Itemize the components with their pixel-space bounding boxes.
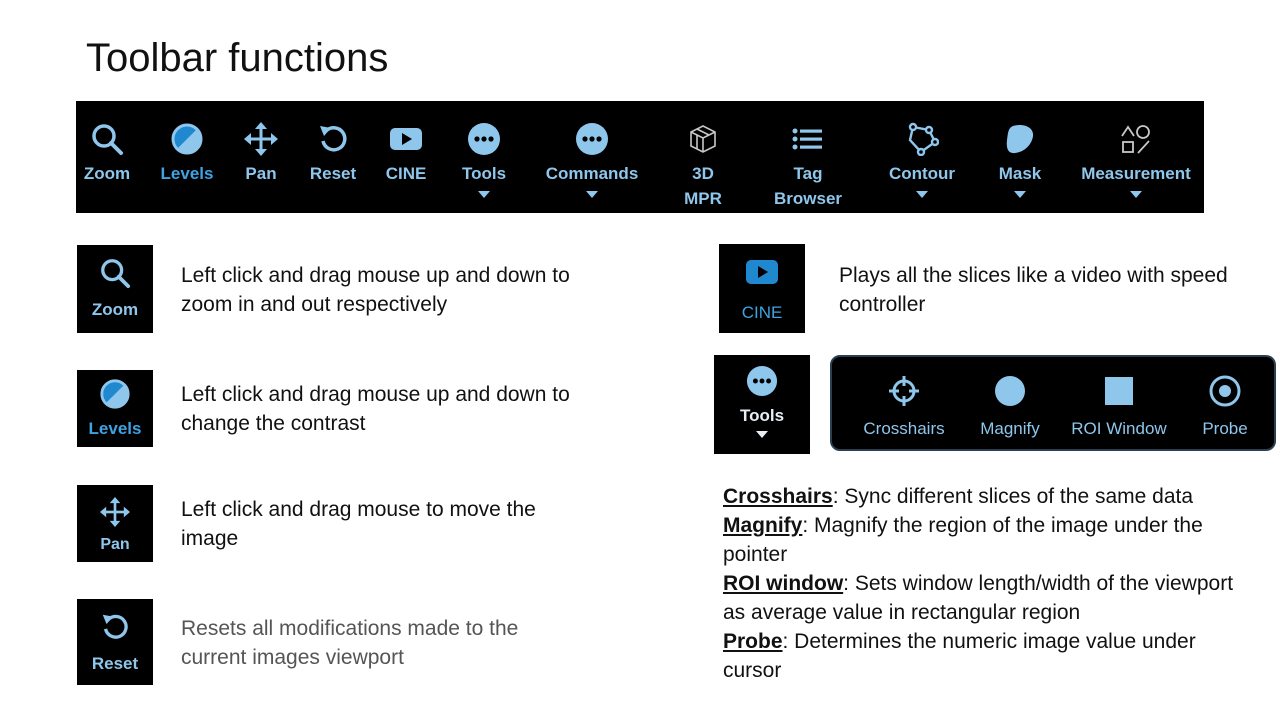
more-icon (467, 121, 501, 157)
reset-icon-card: Reset (77, 599, 153, 685)
toolbar-tag-browser-label: Tag Browser (773, 164, 843, 208)
pan-description: Left click and drag mouse to move the im… (181, 498, 536, 550)
menu-item-roi-window-label: ROI Window (1071, 419, 1167, 438)
toolbar-levels-button[interactable]: Levels (156, 101, 218, 213)
pan-icon-card: Pan (77, 485, 153, 562)
tools-description: Crosshairs: Sync different slices of the… (723, 482, 1253, 685)
zoom-description: Left click and drag mouse up and down to… (181, 264, 570, 316)
mask-icon (1003, 121, 1037, 157)
note-magnify: Magnify: Magnify the region of the image… (723, 511, 1253, 569)
chevron-down-icon (586, 191, 598, 198)
move-icon (244, 121, 278, 157)
menu-item-magnify[interactable]: Magnify (970, 357, 1050, 449)
zoom-card-label: Zoom (91, 300, 139, 319)
toolbar-pan-button[interactable]: Pan (234, 101, 288, 213)
play-icon (745, 258, 779, 291)
list-icon (791, 121, 825, 157)
toolbar-mask-label: Mask (998, 164, 1042, 183)
note-term: Magnify (723, 514, 803, 537)
note-roi-window: ROI window: Sets window length/width of … (723, 569, 1253, 627)
toolbar-levels-label: Levels (160, 164, 214, 183)
note-crosshairs: Crosshairs: Sync different slices of the… (723, 482, 1253, 511)
tools-dropdown-menu: Crosshairs Magnify ROI Window Probe (830, 355, 1276, 451)
crosshairs-icon (887, 373, 921, 409)
levels-icon (170, 121, 204, 157)
menu-item-probe-label: Probe (1202, 419, 1248, 438)
shapes-icon (1119, 121, 1153, 157)
note-term: ROI window (723, 572, 844, 595)
toolbar-reset-label: Reset (309, 164, 357, 183)
tools-card-label: Tools (739, 406, 785, 425)
levels-description: Left click and drag mouse up and down to… (181, 383, 570, 435)
search-icon (99, 257, 131, 294)
toolbar-zoom-button[interactable]: Zoom (76, 101, 138, 213)
toolbar-measurement-button[interactable]: Measurement (1076, 101, 1196, 213)
probe-icon (1208, 373, 1242, 409)
toolbar-tools-label: Tools (461, 164, 507, 183)
tools-icon-card: Tools (714, 355, 810, 454)
menu-item-crosshairs-label: Crosshairs (863, 419, 945, 438)
toolbar-zoom-label: Zoom (83, 164, 131, 183)
levels-card-label: Levels (88, 419, 142, 438)
reset-description: Resets all modifications made to the cur… (181, 617, 519, 669)
reset-icon (99, 611, 131, 648)
move-icon (100, 497, 130, 532)
note-term: Probe (723, 630, 783, 653)
cine-icon-card: CINE (719, 244, 805, 333)
viewer-toolbar: Zoom Levels Pan Reset CINE Tools Command… (76, 101, 1204, 213)
more-icon (575, 121, 609, 157)
toolbar-commands-button[interactable]: Commands (542, 101, 642, 213)
page-title: Toolbar functions (86, 36, 389, 80)
toolbar-3d-mpr-button[interactable]: 3D MPR (676, 101, 730, 213)
chevron-down-icon (1014, 191, 1026, 198)
chevron-down-icon (1130, 191, 1142, 198)
square-icon (1104, 373, 1134, 409)
note-term: Crosshairs (723, 485, 833, 508)
menu-item-magnify-label: Magnify (980, 419, 1040, 438)
toolbar-tools-button[interactable]: Tools (456, 101, 512, 213)
cube-icon (686, 121, 720, 157)
chevron-down-icon (756, 431, 768, 438)
cine-card-label: CINE (741, 303, 783, 322)
toolbar-cine-label: CINE (385, 164, 427, 183)
toolbar-3d-mpr-label: 3D MPR (684, 164, 722, 208)
note-text: : Sync different slices of the same data (832, 485, 1194, 508)
levels-icon (99, 378, 131, 415)
reset-card-label: Reset (91, 654, 139, 673)
toolbar-mask-button[interactable]: Mask (990, 101, 1050, 213)
chevron-down-icon (916, 191, 928, 198)
note-text: : Determines the numeric image value und… (723, 630, 1196, 682)
play-icon (389, 121, 423, 157)
toolbar-tag-browser-button[interactable]: Tag Browser (768, 101, 848, 213)
circle-icon (993, 373, 1027, 409)
toolbar-contour-button[interactable]: Contour (884, 101, 960, 213)
toolbar-commands-label: Commands (545, 164, 639, 183)
note-probe: Probe: Determines the numeric image valu… (723, 627, 1253, 685)
toolbar-measurement-label: Measurement (1081, 164, 1191, 183)
cine-description: Plays all the slices like a video with s… (839, 264, 1228, 316)
menu-item-probe[interactable]: Probe (1190, 357, 1260, 449)
search-icon (90, 121, 124, 157)
menu-item-crosshairs[interactable]: Crosshairs (854, 357, 954, 449)
chevron-down-icon (478, 191, 490, 198)
pan-card-label: Pan (100, 536, 130, 553)
toolbar-pan-label: Pan (245, 164, 277, 183)
more-icon (746, 365, 778, 402)
reset-icon (316, 121, 350, 157)
toolbar-contour-label: Contour (888, 164, 956, 183)
menu-item-roi-window[interactable]: ROI Window (1064, 357, 1174, 449)
polygon-icon (905, 121, 939, 157)
zoom-icon-card: Zoom (77, 245, 153, 333)
levels-icon-card: Levels (77, 370, 153, 447)
toolbar-cine-button[interactable]: CINE (378, 101, 434, 213)
toolbar-reset-button[interactable]: Reset (305, 101, 361, 213)
